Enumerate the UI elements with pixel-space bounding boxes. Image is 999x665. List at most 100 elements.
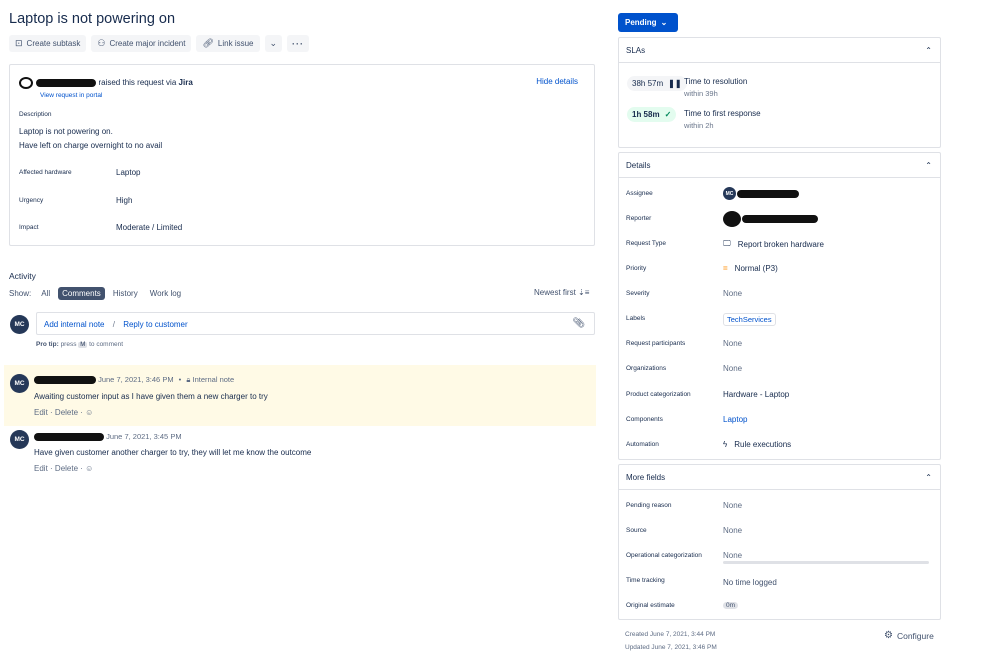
priority-medium-icon: = [723, 264, 728, 273]
redacted-name [742, 215, 818, 223]
severity-label: Severity [626, 290, 650, 297]
avatar: MC [723, 187, 736, 200]
chevron-up-icon: ⌃ [925, 45, 932, 55]
subtask-icon: ⊡ [15, 38, 23, 48]
avatar: MC [10, 374, 29, 393]
details-header[interactable]: Details ⌃ [619, 153, 940, 178]
pending-reason-value[interactable]: None [723, 501, 742, 510]
sla-time: 38h 57m [632, 79, 664, 88]
comment-date[interactable]: June 7, 2021, 3:46 PM [98, 375, 173, 384]
time-tracking-bar[interactable] [723, 561, 929, 564]
description-line: Have left on charge overnight to no avai… [19, 140, 163, 150]
activity-heading: Activity [9, 271, 36, 281]
request-details-card: raised this request via Jira View reques… [9, 64, 595, 246]
redacted-name [34, 376, 96, 385]
configure-button[interactable]: ⚙︎ Configure [884, 630, 934, 641]
pro-tip-post: to comment [89, 341, 124, 348]
label-tag[interactable]: TechServices [723, 313, 776, 326]
organizations-label: Organizations [626, 365, 667, 372]
sla-badge-first-response: 1h 58m ✓ [627, 107, 677, 122]
automation-value[interactable]: ϟ Rule executions [723, 440, 791, 449]
filter-history[interactable]: History [109, 287, 142, 300]
component-link[interactable]: Laptop [723, 415, 747, 424]
organizations-value[interactable]: None [723, 364, 742, 373]
product-categorization-value[interactable]: Hardware - Laptop [723, 390, 789, 399]
status-button[interactable]: Pending ⌄ [618, 13, 678, 32]
affected-hardware-value[interactable]: Laptop [116, 168, 140, 177]
description-text[interactable]: Laptop is not powering on. Have left on … [19, 125, 162, 152]
comment-header: June 7, 2021, 3:46 PM • 🔒︎ Internal note [34, 375, 234, 385]
urgency-label: Urgency [19, 197, 44, 204]
create-major-incident-label: Create major incident [109, 39, 186, 48]
components-value[interactable]: Laptop [723, 415, 747, 424]
incident-icon: ⚇ [97, 38, 106, 48]
view-in-portal-link[interactable]: View request in portal [40, 92, 102, 99]
severity-value[interactable]: None [723, 289, 742, 298]
edit-comment-button[interactable]: Edit [34, 464, 48, 473]
pro-tip-bold: Pro tip: [36, 341, 59, 348]
link-issue-dropdown-button[interactable]: ⌄ [264, 35, 283, 52]
redacted-name [34, 433, 104, 442]
edit-comment-button[interactable]: Edit [34, 408, 48, 417]
pro-tip-key: M [78, 342, 88, 348]
source-label: Source [626, 527, 647, 534]
chevron-up-icon: ⌃ [925, 160, 932, 170]
create-subtask-button[interactable]: ⊡ Create subtask [9, 35, 87, 52]
slas-header[interactable]: SLAs ⌃ [619, 38, 940, 63]
product-categorization-label: Product categorization [626, 391, 691, 398]
reply-to-customer-link[interactable]: Reply to customer [123, 320, 187, 329]
impact-value[interactable]: Moderate / Limited [116, 223, 182, 232]
add-reaction-icon[interactable]: ☺︎ [85, 408, 93, 417]
sla-subtitle: within 2h [684, 121, 714, 130]
configure-label: Configure [896, 630, 934, 641]
comment-header: June 7, 2021, 3:45 PM [34, 432, 182, 442]
delete-comment-button[interactable]: Delete [55, 464, 78, 473]
link-issue-label: Link issue [217, 39, 254, 48]
add-reaction-icon[interactable]: ☺︎ [85, 464, 93, 473]
add-internal-note-link[interactable]: Add internal note [44, 320, 105, 329]
reporter-value[interactable] [723, 211, 818, 227]
issue-title[interactable]: Laptop is not powering on [9, 11, 175, 27]
components-label: Components [626, 416, 663, 423]
assignee-value[interactable]: MC [723, 187, 799, 200]
request-type-value[interactable]: 🖵︎ Report broken hardware [723, 239, 824, 249]
attachment-icon[interactable]: 📎︎ [572, 318, 585, 329]
original-estimate-label: Original estimate [626, 602, 675, 609]
filter-all[interactable]: All [37, 287, 54, 300]
sort-label: Newest first [534, 288, 576, 297]
original-estimate-value[interactable]: 0m [723, 602, 739, 609]
priority-value[interactable]: = Normal (P3) [723, 264, 778, 273]
create-major-incident-button[interactable]: ⚇ Create major incident [91, 35, 192, 52]
assignee-label: Assignee [626, 190, 653, 197]
avatar: MC [10, 430, 29, 449]
delete-comment-button[interactable]: Delete [55, 408, 78, 417]
labels-value[interactable]: TechServices [723, 313, 776, 326]
comment-body: Awaiting customer input as I have given … [34, 392, 268, 401]
priority-label: Priority [626, 265, 647, 272]
comment-date[interactable]: June 7, 2021, 3:45 PM [106, 432, 181, 441]
more-actions-button[interactable]: ··· [287, 35, 310, 52]
sla-title: Time to first response [684, 109, 761, 118]
operational-categorization-value[interactable]: None [723, 551, 742, 560]
link-issue-button[interactable]: 🔗︎ Link issue [196, 35, 260, 52]
sla-title: Time to resolution [684, 77, 748, 86]
sort-order-button[interactable]: Newest first ⇣≡ [534, 288, 589, 297]
sla-subtitle: within 39h [684, 89, 718, 98]
sla-badge-resolution: 38h 57m ❚❚ [627, 76, 687, 91]
description-heading: Description [19, 111, 52, 118]
filter-work-log[interactable]: Work log [146, 287, 185, 300]
request-type-text: Report broken hardware [737, 239, 824, 249]
filter-comments[interactable]: Comments [58, 287, 105, 300]
comment-composer[interactable]: Add internal note / Reply to customer 📎︎ [36, 312, 595, 335]
urgency-value[interactable]: High [116, 196, 132, 205]
source-value[interactable]: None [723, 526, 742, 535]
raised-by: raised this request via Jira [19, 77, 193, 89]
hide-details-link[interactable]: Hide details [536, 77, 578, 86]
more-fields-header[interactable]: More fields ⌃ [619, 465, 940, 490]
request-participants-value[interactable]: None [723, 339, 742, 348]
chevron-down-icon: ⌄ [660, 18, 668, 27]
lock-icon: 🔒︎ [186, 375, 191, 384]
comment-actions: Edit · Delete · ☺︎ [34, 464, 94, 473]
avatar: MC [10, 315, 29, 334]
redacted-name [36, 79, 97, 87]
